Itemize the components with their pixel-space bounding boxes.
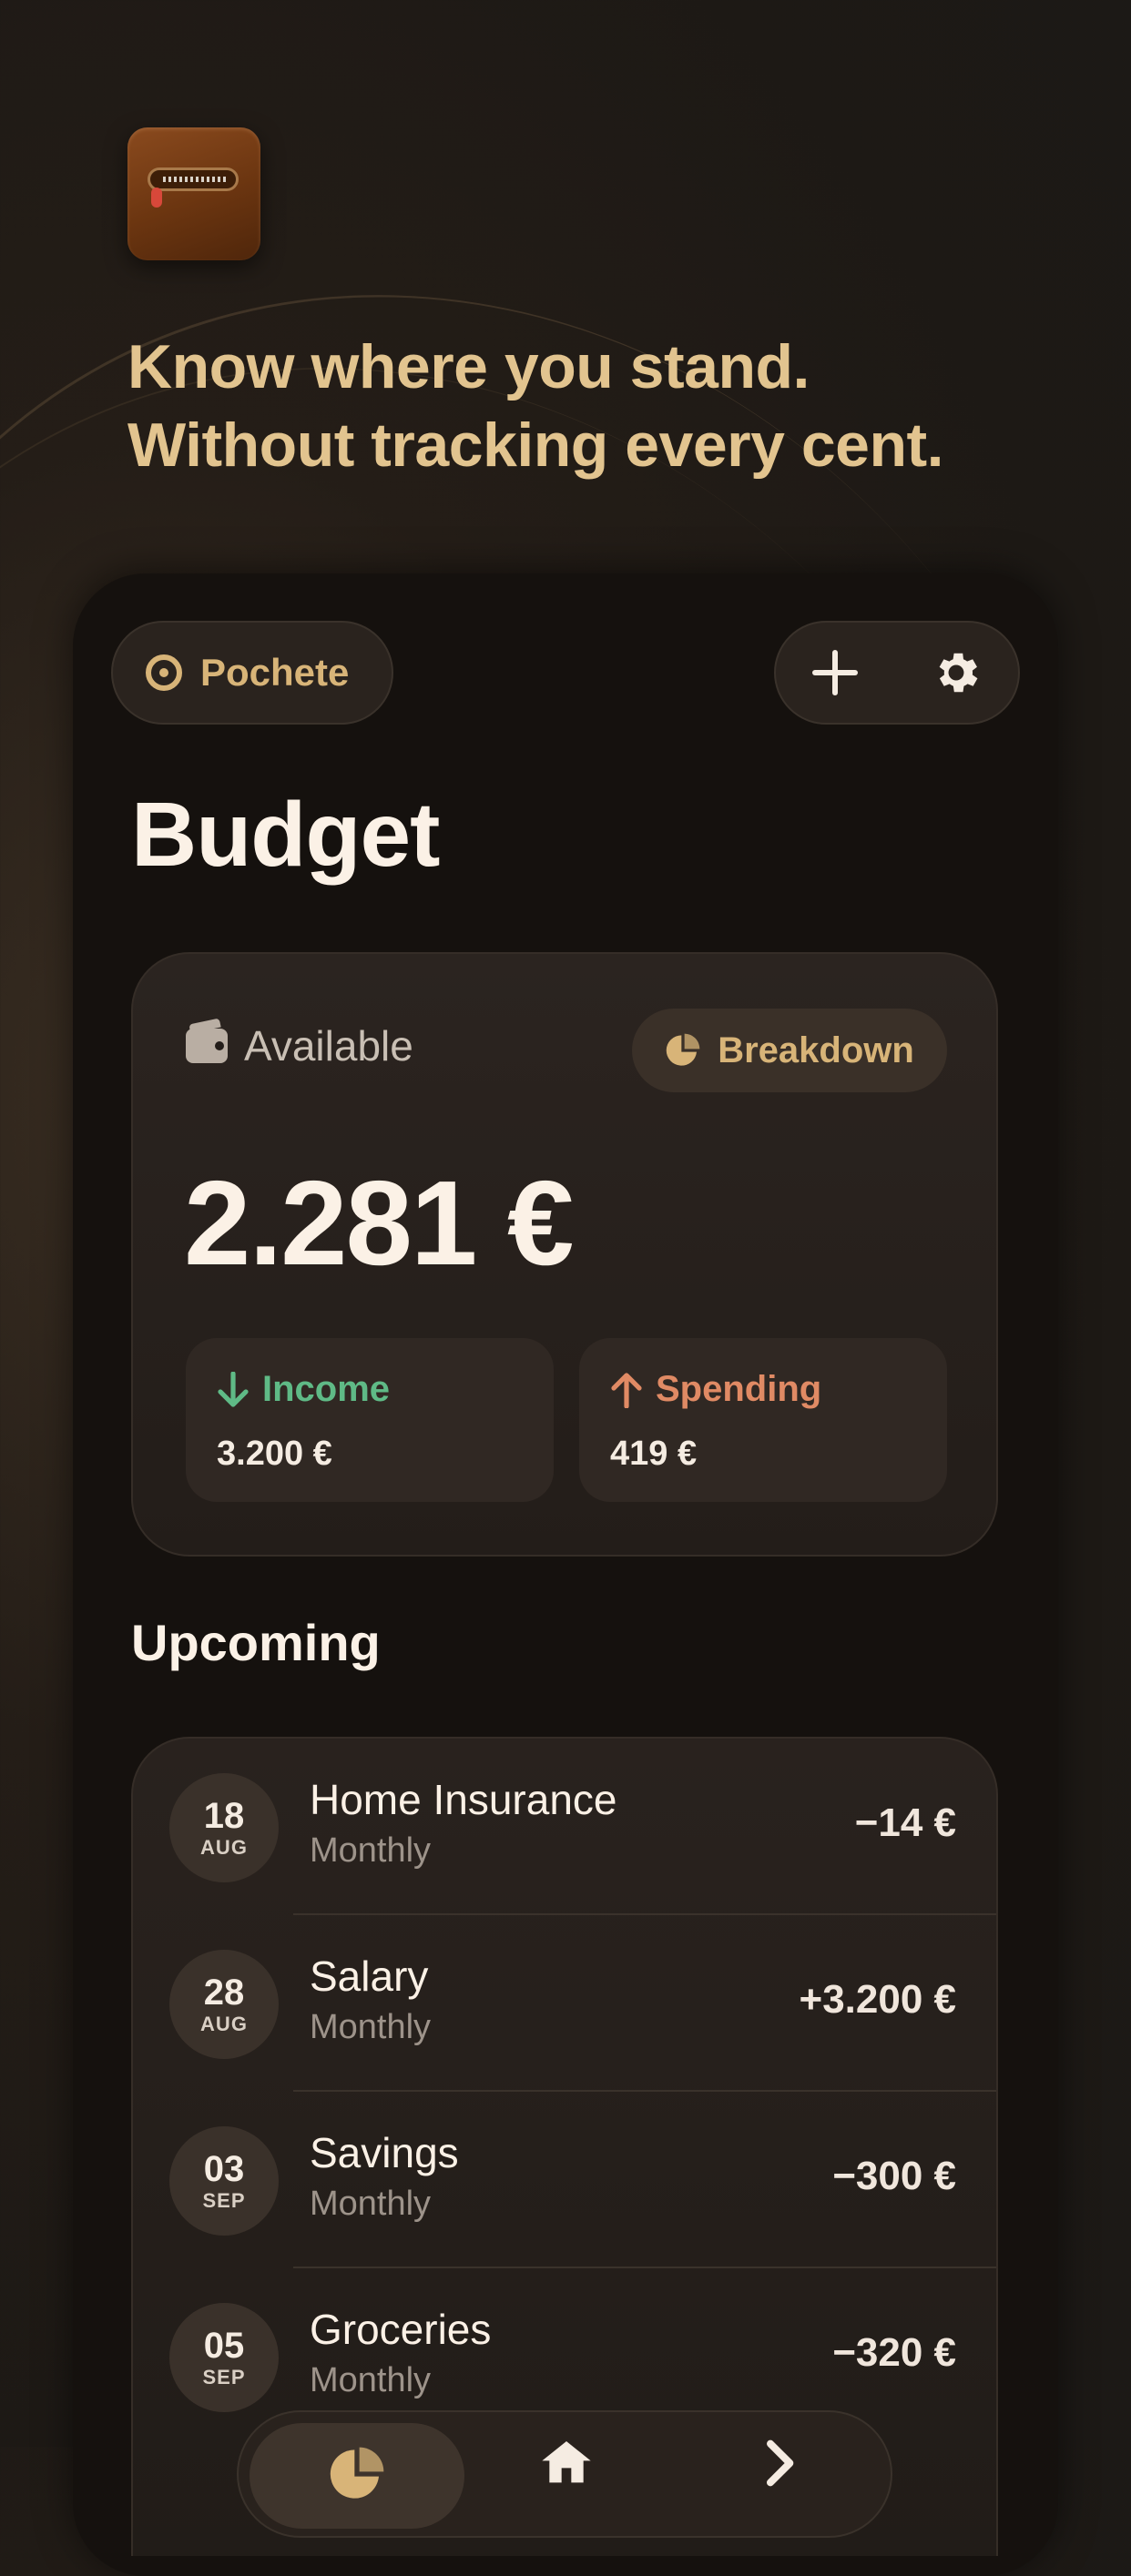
date-month: SEP (202, 2366, 246, 2388)
item-amount: −14 € (854, 1800, 956, 1845)
available-amount: 2.281 € (184, 1156, 574, 1290)
home-icon[interactable] (537, 2434, 596, 2497)
breakdown-button[interactable]: Breakdown (632, 1009, 947, 1092)
zipper-icon (148, 167, 239, 191)
spending-header: Spending (610, 1369, 821, 1410)
item-amount: −300 € (832, 2154, 956, 2198)
date-day: 05 (203, 2326, 245, 2366)
gear-icon[interactable] (930, 646, 983, 699)
target-icon (146, 654, 182, 691)
income-header: Income (217, 1369, 390, 1410)
plus-icon[interactable] (811, 650, 858, 695)
list-item[interactable]: 28 AUG Salary Monthly +3.200 € (133, 1915, 996, 2092)
spending-label: Spending (656, 1369, 822, 1409)
phone-screen: Pochete Budget Available Breakdown 2.281… (73, 573, 1058, 2576)
app-icon (127, 127, 260, 260)
pie-chart-icon (328, 2445, 386, 2508)
date-month: AUG (200, 1836, 248, 1859)
available-label: Available (244, 1022, 413, 1070)
brand-button[interactable]: Pochete (111, 621, 393, 725)
tab-budget[interactable] (250, 2423, 464, 2529)
budget-card: Available Breakdown 2.281 € Income 3.200… (131, 952, 998, 1557)
wallet-icon (186, 1029, 228, 1063)
item-title: Home Insurance (310, 1776, 617, 1823)
date-badge: 28 AUG (169, 1950, 279, 2059)
breakdown-label: Breakdown (718, 1029, 914, 1070)
arrow-down-icon (217, 1371, 250, 1408)
item-frequency: Monthly (310, 2008, 432, 2046)
pie-chart-icon (665, 1032, 701, 1069)
upcoming-title: Upcoming (131, 1614, 381, 1671)
headline-line-2: Without tracking every cent. (127, 411, 944, 480)
zipper-pull (151, 188, 162, 208)
spending-tile[interactable]: Spending 419 € (579, 1338, 947, 1502)
date-day: 03 (203, 2149, 245, 2189)
item-title: Salary (310, 1952, 429, 2000)
tab-bar (237, 2410, 892, 2538)
arrow-up-icon (610, 1372, 643, 1408)
date-day: 28 (203, 1973, 245, 2013)
chevron-right-icon[interactable] (749, 2434, 807, 2497)
income-value: 3.200 € (217, 1435, 332, 1473)
income-tile[interactable]: Income 3.200 € (186, 1338, 554, 1502)
list-item[interactable]: 18 AUG Home Insurance Monthly −14 € (133, 1739, 996, 1915)
item-frequency: Monthly (310, 1831, 432, 1870)
item-title: Groceries (310, 2306, 492, 2353)
headline: Know where you stand. Without tracking e… (127, 328, 944, 484)
income-label: Income (262, 1369, 391, 1409)
date-badge: 18 AUG (169, 1773, 279, 1882)
date-month: AUG (200, 2013, 248, 2035)
item-frequency: Monthly (310, 2185, 432, 2223)
page-title: Budget (131, 784, 440, 886)
item-amount: +3.200 € (799, 1977, 957, 2022)
date-badge: 05 SEP (169, 2303, 279, 2412)
date-badge: 03 SEP (169, 2126, 279, 2236)
item-amount: −320 € (832, 2330, 956, 2375)
item-title: Savings (310, 2129, 459, 2176)
date-month: SEP (202, 2189, 246, 2212)
date-day: 18 (203, 1796, 245, 1836)
brand-label: Pochete (200, 651, 350, 694)
item-frequency: Monthly (310, 2361, 432, 2399)
header-actions (774, 621, 1020, 725)
headline-line-1: Know where you stand. (127, 332, 810, 401)
available-row: Available (186, 1021, 413, 1070)
list-item[interactable]: 03 SEP Savings Monthly −300 € (133, 2092, 996, 2268)
spending-value: 419 € (610, 1435, 698, 1473)
